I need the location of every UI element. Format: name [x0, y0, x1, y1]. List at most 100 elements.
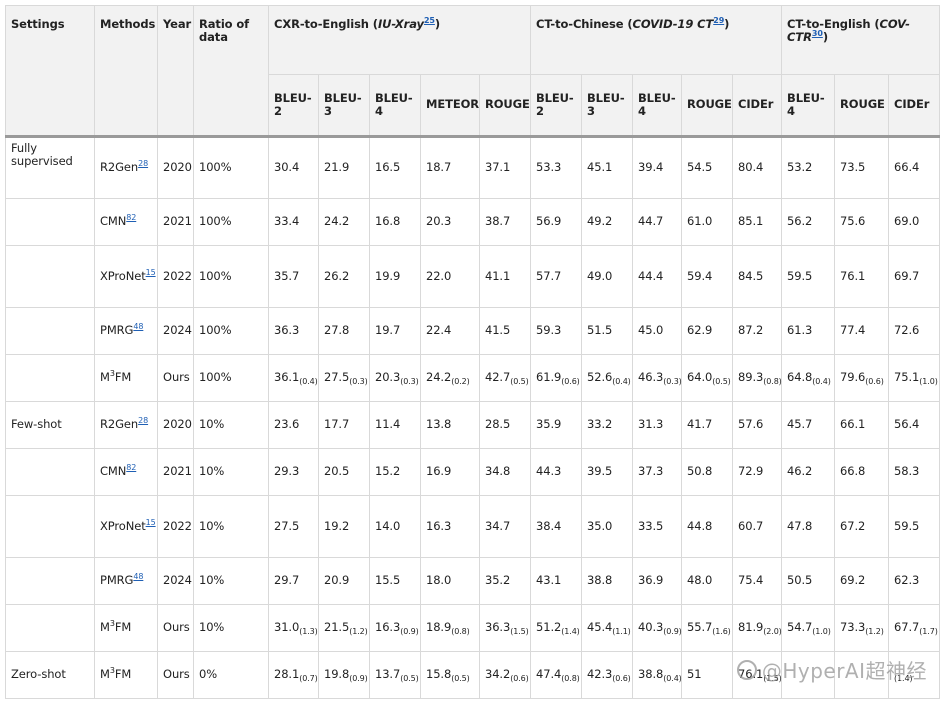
- score-value: 36.1: [274, 370, 300, 385]
- method-name: CMN: [100, 464, 127, 479]
- metric-header: ROUGE: [478, 74, 532, 138]
- value-cell: 21.5(1.2): [318, 604, 370, 652]
- value-cell: 15.2: [369, 448, 421, 496]
- score-value: 54.5: [687, 160, 713, 175]
- value-cell: 67.2: [834, 495, 890, 558]
- score-value: 33.2: [587, 417, 613, 432]
- ratio-cell: 100%: [193, 354, 269, 402]
- value-cell: 18.0: [420, 557, 480, 605]
- value-cell: 37.3: [632, 448, 683, 496]
- citation-link[interactable]: 25: [424, 16, 435, 25]
- score-value: 52.6: [587, 370, 613, 385]
- score-value: 23.6: [274, 417, 300, 432]
- score-value: 38.7: [485, 214, 511, 229]
- citation-link[interactable]: 29: [713, 16, 724, 25]
- citation-link[interactable]: 82: [126, 213, 136, 222]
- citation-link[interactable]: 30: [812, 29, 823, 38]
- value-cell: 19.8(0.9): [318, 651, 370, 699]
- value-cell: 69.0: [888, 198, 941, 246]
- value-cell: 80.4: [732, 136, 783, 199]
- score-value: 38.8: [638, 667, 664, 682]
- score-value: 19.7: [375, 323, 401, 338]
- citation-link[interactable]: 15: [146, 268, 156, 277]
- value-cell: 20.3: [420, 198, 480, 246]
- year-cell: Ours: [157, 651, 194, 699]
- value-cell: 48.0: [681, 557, 734, 605]
- value-cell: 72.6: [888, 307, 941, 355]
- value-cell: 87.2: [732, 307, 783, 355]
- std-value: (0.5): [451, 674, 470, 684]
- value-cell: 18.9(0.8): [420, 604, 480, 652]
- ratio-cell: 100%: [193, 136, 269, 199]
- citation-link[interactable]: 48: [133, 322, 143, 331]
- citation-link[interactable]: 48: [133, 572, 143, 581]
- value-cell: 62.9: [681, 307, 734, 355]
- method-cell: M3FM: [94, 651, 158, 699]
- year-cell: Ours: [157, 604, 194, 652]
- value-cell: 49.2: [581, 198, 634, 246]
- std-value: (0.9): [349, 674, 368, 684]
- score-value: 13.8: [426, 417, 452, 432]
- value-cell: 54.7(1.0): [781, 604, 836, 652]
- std-value: (0.6): [612, 674, 631, 684]
- citation-link[interactable]: 28: [138, 159, 148, 168]
- value-cell: 27.8: [318, 307, 370, 355]
- std-value: (1.4): [894, 674, 913, 684]
- value-cell: 45.4(1.1): [581, 604, 634, 652]
- value-cell: 15.8(0.5): [420, 651, 480, 699]
- metric-header: BLEU-2: [268, 74, 319, 138]
- method-cell: M3FM: [94, 354, 158, 402]
- score-value: 43.1: [536, 573, 562, 588]
- score-value: 66.8: [840, 464, 866, 479]
- method-name: M: [100, 370, 110, 385]
- score-value: 38.4: [536, 518, 562, 533]
- value-cell: 21.9: [318, 136, 370, 199]
- value-cell: 81.9(2.0): [732, 604, 783, 652]
- score-value: 51: [687, 667, 702, 682]
- std-value: (1.7): [919, 627, 938, 637]
- std-value: (0.4): [612, 377, 631, 387]
- value-cell: 39.4: [632, 136, 683, 199]
- citation-link[interactable]: 28: [138, 416, 148, 425]
- std-value: (0.9): [400, 627, 419, 637]
- value-cell: 16.3: [420, 495, 480, 558]
- value-cell: 19.9: [369, 245, 421, 308]
- value-cell: 20.5: [318, 448, 370, 496]
- value-cell: 11.4: [369, 401, 421, 449]
- score-value: 20.5: [324, 464, 350, 479]
- value-cell: 61.9(0.6): [530, 354, 583, 402]
- value-cell: 17.7: [318, 401, 370, 449]
- value-cell: 31.3: [632, 401, 683, 449]
- score-value: 49.0: [587, 268, 613, 283]
- score-value: 16.3: [426, 518, 452, 533]
- score-value: 19.9: [375, 268, 401, 283]
- score-value: 66.4: [894, 160, 920, 175]
- table-row: Few-shot R2Gen28 2020 10% 23.6 17.7 11.4 13.8 28…: [5, 401, 941, 449]
- value-cell: 38.8: [581, 557, 634, 605]
- value-cell: 59.5: [781, 245, 836, 308]
- value-cell: 41.5: [478, 307, 532, 355]
- value-cell: 50.5: [781, 557, 836, 605]
- score-value: 50.5: [787, 573, 813, 588]
- value-cell: 69.7: [888, 245, 941, 308]
- page: Settings Methods Year Ratio of data CXR-…: [0, 0, 945, 702]
- table-row: Zero-shot M3FM Ours 0% 28.1(0.7) 19.8(0.9) 13.…: [5, 651, 941, 699]
- score-value: 77.4: [840, 323, 866, 338]
- value-cell: 61.0: [681, 198, 734, 246]
- citation-link[interactable]: 15: [146, 518, 156, 527]
- header-settings: Settings: [5, 5, 95, 138]
- score-value: 73.3: [840, 620, 866, 635]
- score-value: 75.1: [894, 370, 920, 385]
- score-value: 35.2: [485, 573, 511, 588]
- std-value: (1.1): [612, 627, 631, 637]
- value-cell: 60.7: [732, 495, 783, 558]
- score-value: 47.4: [536, 667, 562, 682]
- citation-link[interactable]: 82: [126, 463, 136, 472]
- score-value: 40.3: [638, 620, 664, 635]
- value-cell: 22.4: [420, 307, 480, 355]
- score-value: 44.3: [536, 464, 562, 479]
- score-value: 20.3: [426, 214, 452, 229]
- year-cell: 2020: [157, 136, 194, 199]
- score-value: 19.8: [324, 667, 350, 682]
- score-value: 34.2: [485, 667, 511, 682]
